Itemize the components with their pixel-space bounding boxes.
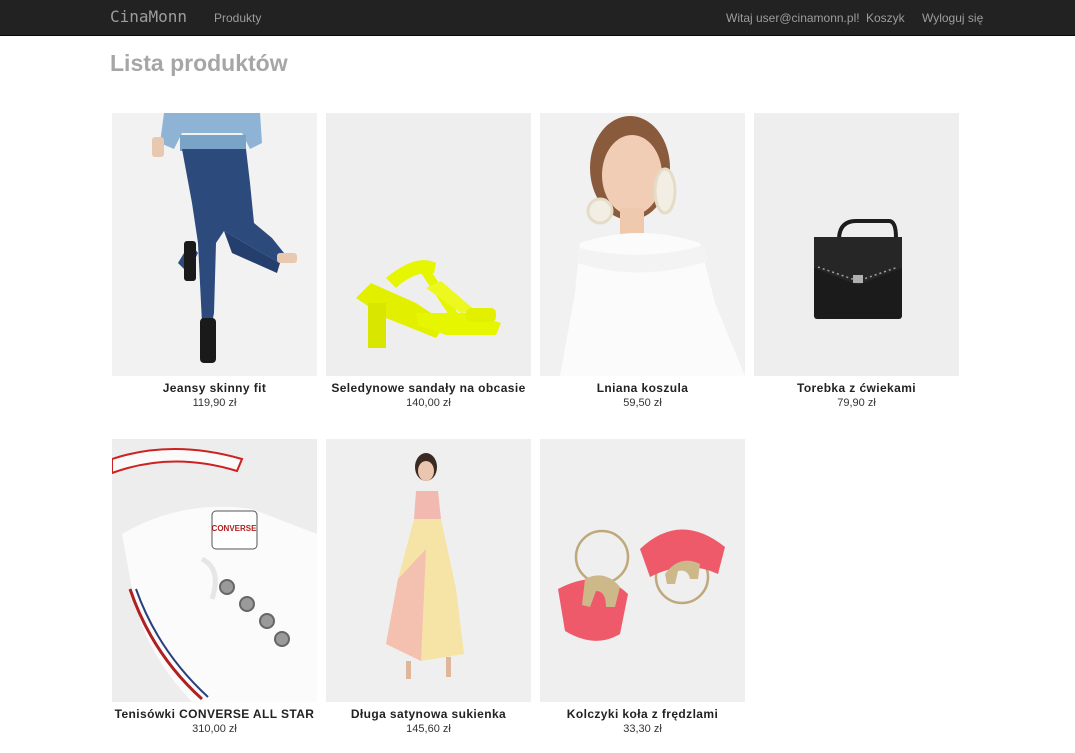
product-price: 33,30 zł xyxy=(623,723,662,735)
product-name[interactable]: Lniana koszula xyxy=(530,381,755,395)
product-name[interactable]: Długa satynowa sukienka xyxy=(316,707,541,721)
product-price: 119,90 zł xyxy=(192,397,237,409)
earrings-photo xyxy=(540,439,745,702)
product-price: 145,60 zł xyxy=(406,723,451,735)
product-image-blouse[interactable] xyxy=(540,113,745,376)
nav-user-greeting[interactable]: Witaj user@cinamonn.pl! xyxy=(726,11,860,25)
product-card-jeans[interactable]: Jeansy skinny fit 119,90 zł xyxy=(112,113,317,413)
product-price: 79,90 zł xyxy=(837,397,876,409)
product-name[interactable]: Torebka z ćwiekami xyxy=(744,381,969,395)
jeans-model-photo xyxy=(112,113,317,376)
product-image-jeans[interactable] xyxy=(112,113,317,376)
product-name[interactable]: Kolczyki koła z frędzlami xyxy=(530,707,755,721)
product-image-handbag[interactable] xyxy=(754,113,959,376)
page-title: Lista produktów xyxy=(110,50,288,76)
product-image-sneakers[interactable]: CONVERSE xyxy=(112,439,317,702)
sandals-photo xyxy=(326,113,531,376)
product-name[interactable]: Tenisówki CONVERSE ALL STAR xyxy=(102,707,327,721)
nav-link-logout[interactable]: Wyloguj się xyxy=(922,11,983,25)
product-image-earrings[interactable] xyxy=(540,439,745,702)
converse-logo-text: CONVERSE xyxy=(212,524,258,533)
product-card-handbag[interactable]: Torebka z ćwiekami 79,90 zł xyxy=(754,113,959,413)
product-card-sneakers[interactable]: CONVERSE Tenisówki CONVERSE ALL STAR 310… xyxy=(112,439,317,739)
product-card-earrings[interactable]: Kolczyki koła z frędzlami 33,30 zł xyxy=(540,439,745,739)
sneakers-photo: CONVERSE xyxy=(112,439,317,702)
nav-link-cart[interactable]: Koszyk xyxy=(866,11,905,25)
product-name[interactable]: Seledynowe sandały na obcasie xyxy=(316,381,541,395)
handbag-photo xyxy=(754,113,959,376)
product-card-dress[interactable]: Długa satynowa sukienka 145,60 zł xyxy=(326,439,531,739)
blouse-model-photo xyxy=(540,113,745,376)
top-navbar: CinaMonn Produkty Witaj user@cinamonn.pl… xyxy=(0,0,1075,36)
product-price: 140,00 zł xyxy=(406,397,451,409)
product-card-blouse[interactable]: Lniana koszula 59,50 zł xyxy=(540,113,745,413)
product-price: 59,50 zł xyxy=(623,397,662,409)
brand-logo-link[interactable]: CinaMonn xyxy=(110,7,187,26)
product-name[interactable]: Jeansy skinny fit xyxy=(102,381,327,395)
product-price: 310,00 zł xyxy=(192,723,237,735)
dress-model-photo xyxy=(326,439,531,702)
product-image-sandals[interactable] xyxy=(326,113,531,376)
product-image-dress[interactable] xyxy=(326,439,531,702)
product-card-sandals[interactable]: Seledynowe sandały na obcasie 140,00 zł xyxy=(326,113,531,413)
nav-link-products[interactable]: Produkty xyxy=(214,11,261,25)
